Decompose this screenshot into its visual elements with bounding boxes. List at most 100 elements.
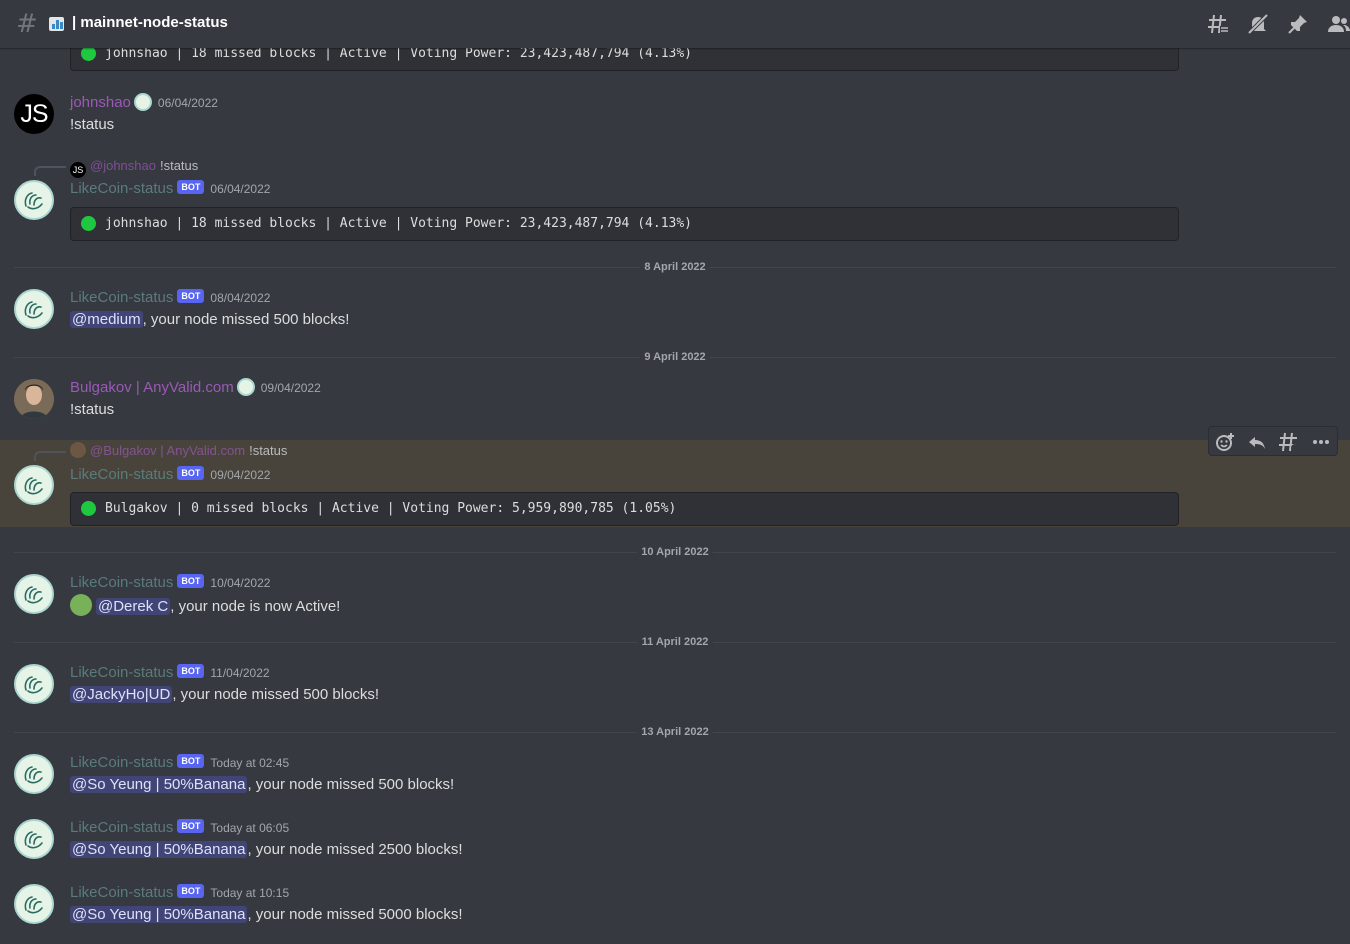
green-circle-icon (81, 216, 96, 231)
message-toolbar (1208, 426, 1338, 456)
channel-name: | mainnet-node-status (72, 14, 228, 31)
message-body: , your node missed 500 blocks! (247, 776, 455, 793)
author-name[interactable]: LikeCoin-status (70, 754, 173, 771)
reply-icon[interactable] (1245, 430, 1269, 454)
message-text: @JackyHo|UD, your node missed 500 blocks… (70, 684, 379, 706)
timestamp: 11/04/2022 (210, 666, 270, 680)
bar-chart-icon (49, 17, 64, 31)
reply-author[interactable]: @johnshao (90, 158, 156, 173)
user-mention[interactable]: @So Yeung | 50%Banana (70, 906, 248, 923)
date-divider-label: 11 April 2022 (637, 634, 713, 650)
author-name[interactable]: johnshao (70, 94, 131, 111)
bot-tag: BOT (177, 180, 205, 194)
timestamp: 06/04/2022 (157, 96, 218, 110)
bot-tag: BOT (177, 574, 205, 588)
more-icon[interactable] (1309, 430, 1333, 454)
timestamp: Today at 10:15 (210, 886, 290, 900)
author-name[interactable]: LikeCoin-status (70, 180, 173, 197)
bot-tag: BOT (177, 754, 205, 768)
author-name[interactable]: LikeCoin-status (70, 884, 173, 901)
avatar[interactable]: JS (14, 94, 54, 134)
author-name[interactable]: Bulgakov | AnyValid.com (70, 379, 234, 396)
date-divider: 10 April 2022 (14, 544, 1336, 560)
avatar[interactable] (14, 574, 54, 614)
author-name[interactable]: LikeCoin-status (70, 466, 173, 483)
avatar[interactable] (14, 819, 54, 859)
status-code-block: Bulgakov | 0 missed blocks | Active | Vo… (70, 492, 1179, 526)
reply-preview[interactable]: @Bulgakov | AnyValid.com !status (70, 442, 287, 460)
create-thread-icon[interactable] (1277, 430, 1301, 454)
bot-tag: BOT (177, 884, 205, 898)
reply-author[interactable]: @Bulgakov | AnyValid.com (90, 443, 245, 458)
avatar[interactable] (14, 754, 54, 794)
green-circle-icon (70, 594, 92, 616)
code-text: johnshao | 18 missed blocks | Active | V… (105, 46, 692, 61)
message-body: , your node missed 2500 blocks! (247, 841, 463, 858)
reply-spine (34, 166, 66, 176)
message-text: @So Yeung | 50%Banana, your node missed … (70, 904, 463, 926)
author-name[interactable]: LikeCoin-status (70, 574, 173, 591)
user-mention[interactable]: @So Yeung | 50%Banana (70, 841, 248, 858)
message-body: , your node missed 5000 blocks! (247, 906, 463, 923)
green-circle-icon (81, 46, 96, 61)
date-divider: 13 April 2022 (14, 724, 1336, 740)
date-divider-label: 9 April 2022 (640, 349, 710, 365)
reply-avatar (70, 442, 86, 458)
timestamp: 09/04/2022 (210, 468, 271, 482)
timestamp: 10/04/2022 (210, 576, 271, 590)
threads-icon[interactable] (1206, 12, 1230, 36)
message-feed[interactable]: johnshao | 18 missed blocks | Active | V… (0, 0, 1350, 944)
timestamp: Today at 02:45 (210, 756, 290, 770)
reply-text[interactable]: !status (160, 158, 198, 173)
role-icon (236, 378, 255, 396)
avatar[interactable] (14, 289, 54, 329)
user-mention[interactable]: @medium (70, 311, 143, 328)
reply-avatar: JS (70, 162, 86, 178)
user-mention[interactable]: @So Yeung | 50%Banana (70, 776, 248, 793)
reply-spine (34, 451, 66, 461)
code-text: Bulgakov | 0 missed blocks | Active | Vo… (105, 501, 677, 516)
message-text: !status (70, 116, 115, 133)
mute-notifications-icon[interactable] (1246, 12, 1270, 36)
bot-tag: BOT (177, 466, 205, 480)
message-text: @So Yeung | 50%Banana, your node missed … (70, 774, 454, 796)
timestamp: 06/04/2022 (210, 182, 271, 196)
bot-tag: BOT (177, 819, 205, 833)
role-icon (133, 93, 152, 111)
channel-header: # | mainnet-node-status (0, 0, 1350, 48)
message-body: , your node missed 500 blocks! (172, 686, 380, 703)
message-body: , your node missed 500 blocks! (142, 311, 350, 328)
avatar[interactable] (14, 180, 54, 220)
avatar[interactable] (14, 465, 54, 505)
avatar[interactable] (14, 884, 54, 924)
message-body: , your node is now Active! (170, 598, 341, 615)
date-divider: 8 April 2022 (14, 259, 1336, 275)
message-text: !status (70, 401, 115, 418)
member-list-icon[interactable] (1326, 12, 1350, 36)
add-reaction-icon[interactable] (1213, 430, 1237, 454)
reply-text[interactable]: !status (249, 443, 287, 458)
green-circle-icon (81, 501, 96, 516)
date-divider-label: 8 April 2022 (640, 259, 710, 275)
avatar[interactable] (14, 379, 54, 419)
message-text: @So Yeung | 50%Banana, your node missed … (70, 839, 463, 861)
avatar[interactable] (14, 664, 54, 704)
author-name[interactable]: LikeCoin-status (70, 819, 173, 836)
author-name[interactable]: LikeCoin-status (70, 664, 173, 681)
timestamp: 08/04/2022 (210, 291, 271, 305)
date-divider: 9 April 2022 (14, 349, 1336, 365)
pinned-messages-icon[interactable] (1286, 12, 1310, 36)
user-mention[interactable]: @Derek C (96, 598, 171, 615)
date-divider-label: 13 April 2022 (637, 724, 713, 740)
author-name[interactable]: LikeCoin-status (70, 289, 173, 306)
user-mention[interactable]: @JackyHo|UD (70, 686, 173, 703)
reply-preview[interactable]: JS @johnshao !status (70, 157, 198, 178)
date-divider-label: 10 April 2022 (637, 544, 713, 560)
date-divider: 11 April 2022 (14, 634, 1336, 650)
message-text: @Derek C, your node is now Active! (70, 594, 340, 618)
message-text: @medium, your node missed 500 blocks! (70, 309, 349, 331)
bot-tag: BOT (177, 289, 205, 303)
status-code-block: johnshao | 18 missed blocks | Active | V… (70, 207, 1179, 241)
code-text: johnshao | 18 missed blocks | Active | V… (105, 216, 692, 231)
timestamp: 09/04/2022 (260, 381, 321, 395)
